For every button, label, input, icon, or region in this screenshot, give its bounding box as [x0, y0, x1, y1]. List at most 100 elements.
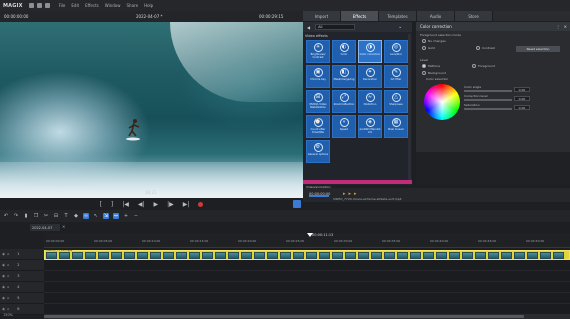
radio-foreground[interactable] [472, 64, 476, 68]
effect-tile[interactable]: ✦ Decoration [358, 65, 382, 88]
menu-help[interactable]: Help [144, 3, 153, 8]
track-lane[interactable] [44, 271, 570, 282]
export-icon[interactable] [293, 200, 301, 208]
effect-tile[interactable]: ◐ Color [332, 40, 356, 63]
track-lane[interactable] [44, 282, 570, 293]
track-header[interactable]: ◉ ⌂ 1 [0, 249, 44, 260]
lock-icon[interactable]: ⌂ [7, 263, 9, 267]
link-icon[interactable]: ∞ [83, 213, 89, 219]
mute-icon[interactable]: ◉ [2, 296, 5, 300]
prev-frame-button[interactable]: ◀| [138, 201, 145, 208]
effect-tile[interactable]: » Speed [332, 115, 356, 138]
menu-share[interactable]: Share [127, 3, 139, 8]
open-folder-icon[interactable] [36, 3, 42, 8]
tab-import[interactable]: Import [303, 11, 341, 21]
chevron-down-icon[interactable]: ⌄ [398, 24, 402, 30]
zoom-in-icon[interactable]: + [123, 213, 129, 219]
preview-date[interactable]: 2022-04-07 * [136, 14, 163, 19]
effects-scrollbar[interactable] [408, 34, 411, 184]
playhead-marker[interactable] [307, 233, 313, 237]
new-file-icon[interactable] [28, 3, 34, 8]
effects-filter-dropdown[interactable]: All [315, 24, 356, 30]
effect-tile[interactable]: ⚙ General options [306, 140, 330, 163]
radio-no-changes[interactable] [422, 39, 426, 43]
mute-icon[interactable]: ◉ [2, 285, 5, 289]
video-clip[interactable] [44, 250, 570, 260]
track-lane[interactable] [44, 260, 570, 271]
effect-tile[interactable]: ◧ Mask/merge/ing [332, 65, 356, 88]
tab-templates[interactable]: Templates [379, 11, 417, 21]
copy-icon[interactable]: ❐ [33, 213, 39, 219]
lock-icon[interactable]: ⌂ [7, 285, 9, 289]
tab-audio[interactable]: Audio [417, 11, 455, 21]
effect-tile[interactable]: ⊞ NVIDIA Video Stabilization [306, 90, 330, 113]
video-effects-heading[interactable]: Video effects [305, 34, 328, 38]
tab-effects[interactable]: Effects [341, 11, 379, 21]
go-start-button[interactable]: |◀ [122, 201, 129, 208]
timeline-scroll-thumb[interactable] [44, 315, 524, 318]
mute-icon[interactable]: ◉ [2, 263, 5, 267]
pointer-icon[interactable]: ↖ [93, 213, 99, 219]
lock-icon[interactable]: ⌂ [7, 296, 9, 300]
zoom-out-icon[interactable]: − [133, 213, 139, 219]
track-lane[interactable] [44, 293, 570, 304]
menu-edit[interactable]: Edit [71, 3, 79, 8]
effect-tile[interactable]: △ Sharpness [384, 90, 408, 113]
reset-selection-button[interactable]: Reset selection [516, 46, 560, 52]
timeline-scrollbar[interactable] [44, 314, 570, 319]
record-button[interactable] [198, 201, 204, 207]
mute-icon[interactable]: ◉ [2, 307, 5, 311]
range-mode-icon[interactable]: ⇔ [113, 213, 119, 219]
mark-out-button[interactable]: ] [111, 201, 113, 208]
effect-tile[interactable]: ☀ Brightness/ Contrast [306, 40, 330, 63]
marker-icon[interactable]: ◆ [73, 213, 79, 219]
delete-icon[interactable]: ▮ [23, 213, 29, 219]
effect-tile[interactable]: ◈ proDAD Mercalli 2.0 [358, 115, 382, 138]
track-header[interactable]: ◉ ⌂ 5 [0, 293, 44, 304]
go-end-button[interactable]: ▶| [183, 201, 190, 208]
close-icon[interactable]: × [564, 24, 567, 29]
radio-background[interactable] [422, 71, 426, 75]
track-header[interactable]: ◉ ⌂ 4 [0, 282, 44, 293]
lock-icon[interactable]: ⌂ [7, 307, 9, 311]
play-button[interactable]: ▶ [154, 201, 159, 208]
lock-icon[interactable]: ⌂ [7, 252, 9, 256]
add-tab-icon[interactable]: × [62, 224, 65, 229]
effect-tile[interactable]: ≈ Distortion [358, 90, 382, 113]
redo-icon[interactable]: ↷ [13, 213, 19, 219]
track-header[interactable]: ◉ ⌂ 2 [0, 260, 44, 271]
effect-tile[interactable]: ▣ Chroma key [306, 65, 330, 88]
correction-level-slider[interactable] [464, 99, 512, 101]
effect-tile[interactable]: ✎ Art filter [384, 65, 408, 88]
effect-tile[interactable]: ◑ Color correction [358, 40, 382, 63]
effect-tile[interactable]: ◎ Lens/blur [384, 40, 408, 63]
track-header[interactable]: ◉ ⌂ 3 [0, 271, 44, 282]
cut-icon[interactable]: ✂ [43, 213, 49, 219]
timeline-tab[interactable]: 2022-04-07 [30, 224, 60, 231]
cursor-mode-icon[interactable]: ⇲ [103, 213, 109, 219]
text-icon[interactable]: T [63, 213, 69, 219]
menu-window[interactable]: Window [105, 3, 121, 8]
split-icon[interactable]: ⊟ [53, 213, 59, 219]
mute-icon[interactable]: ◉ [2, 274, 5, 278]
next-frame-button[interactable]: |▶ [167, 201, 174, 208]
color-wheel[interactable] [424, 84, 460, 120]
radio-gold[interactable] [422, 46, 426, 50]
back-arrow-icon[interactable]: ◀ [307, 25, 310, 30]
menu-effects[interactable]: Effects [85, 3, 99, 8]
effect-tile[interactable]: ⌚ Count after time/title [306, 115, 330, 138]
radio-contrast[interactable] [476, 46, 480, 50]
lock-icon[interactable]: ⌂ [7, 274, 9, 278]
effect-tile[interactable]: ⤢ Zoom/reflection [332, 90, 356, 113]
saturation-value[interactable]: 0.00 [514, 105, 530, 110]
menu-file[interactable]: File [59, 3, 66, 8]
saturation-slider[interactable] [464, 108, 512, 110]
more-options-icon[interactable]: ⋮ [556, 24, 560, 29]
effect-tile[interactable]: ▦ Pixel mosaic [384, 115, 408, 138]
video-frame[interactable] [0, 22, 303, 198]
color-angle-slider[interactable] [464, 90, 512, 92]
mute-icon[interactable]: ◉ [2, 252, 5, 256]
mark-in-button[interactable]: [ [100, 201, 102, 208]
undo-icon[interactable]: ↶ [3, 213, 9, 219]
correction-level-value[interactable]: 0.00 [514, 96, 530, 101]
